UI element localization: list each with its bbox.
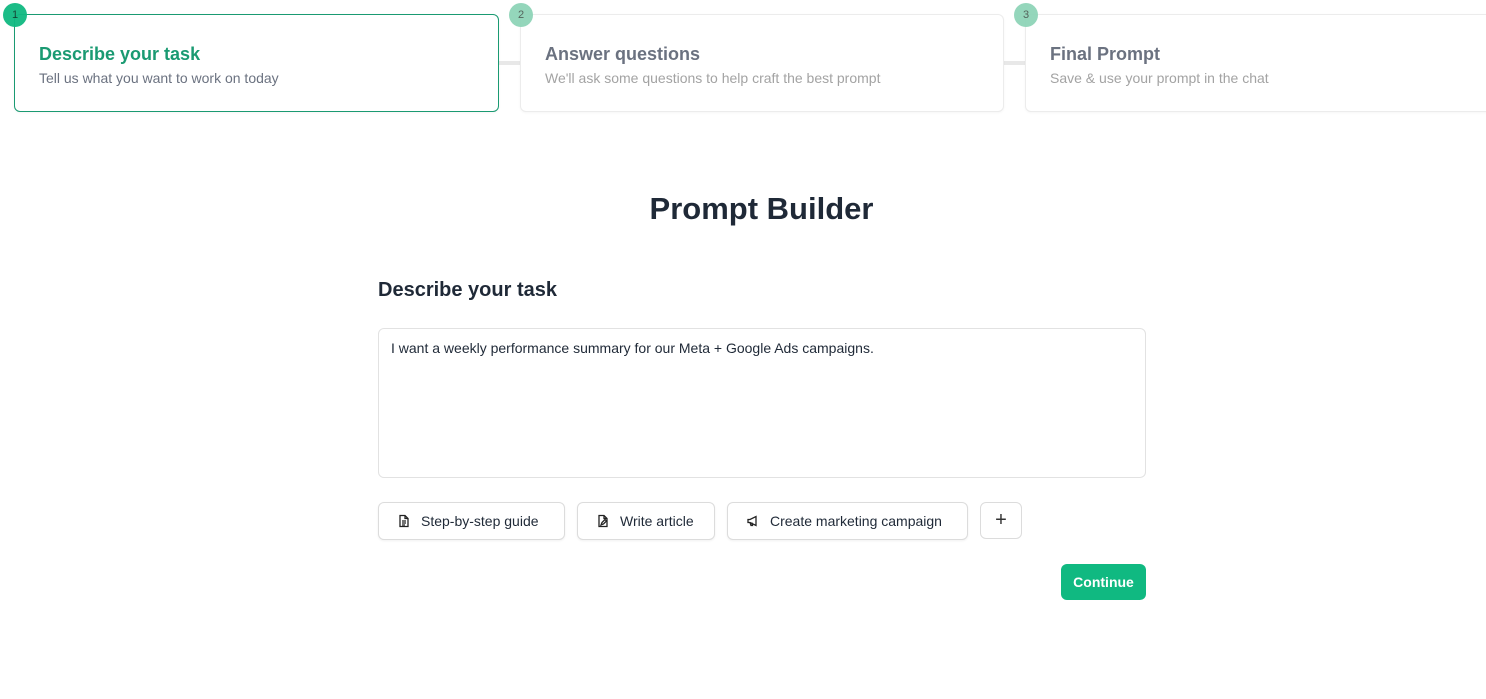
- stepper: Describe your task Tell us what you want…: [0, 0, 1486, 120]
- step-subtitle: Tell us what you want to work on today: [39, 70, 279, 86]
- step-connector: [1003, 61, 1027, 65]
- step-number-badge: 3: [1014, 3, 1038, 27]
- step-connector: [498, 61, 522, 65]
- step-title: Final Prompt: [1050, 44, 1161, 64]
- page-title: Prompt Builder: [649, 191, 874, 226]
- add-suggestion-button[interactable]: +: [980, 502, 1022, 539]
- file-pen-icon: [596, 514, 610, 528]
- megaphone-icon: [746, 514, 760, 528]
- step-number-badge: 1: [3, 3, 27, 27]
- step-number-badge: 2: [509, 3, 533, 27]
- step-card-describe-task[interactable]: Describe your task Tell us what you want…: [14, 14, 499, 112]
- chip-label: Step-by-step guide: [421, 513, 539, 529]
- document-icon: [397, 514, 411, 528]
- step-card-answer-questions[interactable]: Answer questions We'll ask some question…: [520, 14, 1004, 112]
- continue-button[interactable]: Continue: [1061, 564, 1146, 600]
- step-title: Describe your task: [39, 44, 201, 64]
- suggestion-step-by-step-guide[interactable]: Step-by-step guide: [378, 502, 565, 540]
- suggestion-create-marketing-campaign[interactable]: Create marketing campaign: [727, 502, 968, 540]
- step-subtitle: We'll ask some questions to help craft t…: [545, 70, 881, 86]
- task-description-input[interactable]: I want a weekly performance summary for …: [378, 328, 1146, 478]
- step-title: Answer questions: [545, 44, 701, 64]
- step-subtitle: Save & use your prompt in the chat: [1050, 70, 1269, 86]
- step-card-final-prompt[interactable]: Final Prompt Save & use your prompt in t…: [1025, 14, 1486, 112]
- section-label: Describe your task: [378, 279, 557, 301]
- chip-label: Create marketing campaign: [770, 513, 942, 529]
- chip-label: Write article: [620, 513, 694, 529]
- suggestion-write-article[interactable]: Write article: [577, 502, 715, 540]
